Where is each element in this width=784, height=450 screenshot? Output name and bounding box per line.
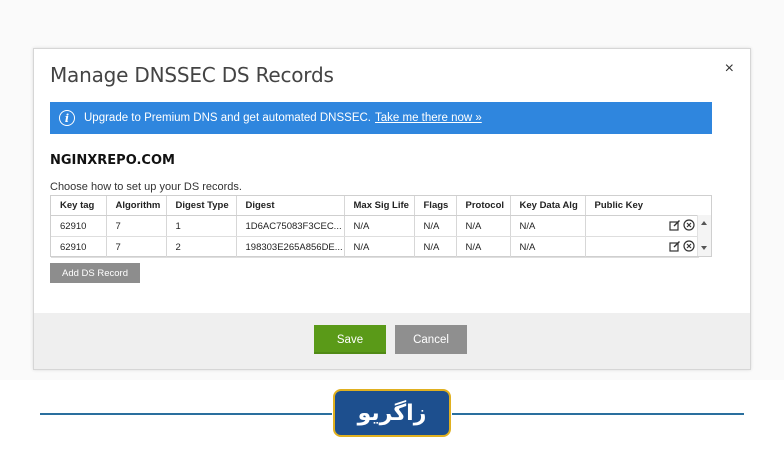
cell-actions	[585, 236, 699, 258]
cell-key-tag: 62910	[51, 215, 107, 237]
ds-records-table: Key tag Algorithm Digest Type Digest Max…	[50, 195, 712, 258]
premium-dns-banner: i Upgrade to Premium DNS and get automat…	[50, 102, 712, 134]
cell-algorithm: 7	[106, 236, 167, 258]
table-scrollbar[interactable]	[697, 215, 711, 256]
brand-logo: زاگریو	[333, 389, 451, 437]
cell-protocol: N/A	[456, 236, 511, 258]
cell-flags: N/A	[414, 215, 457, 237]
header-digest: Digest	[236, 196, 345, 216]
cell-digest-type: 1	[166, 215, 237, 237]
cancel-button[interactable]: Cancel	[395, 325, 467, 354]
header-flags: Flags	[414, 196, 457, 216]
divider-line-left	[40, 413, 332, 415]
header-max-sig-life: Max Sig Life	[344, 196, 415, 216]
add-ds-record-button[interactable]: Add DS Record	[50, 263, 140, 283]
header-key-data-alg: Key Data Alg	[510, 196, 586, 216]
header-key-tag: Key tag	[51, 196, 107, 216]
cell-digest-type: 2	[166, 236, 237, 258]
header-public-key: Public Key	[585, 196, 699, 216]
instructions-text: Choose how to set up your DS records.	[50, 181, 242, 193]
header-digest-type: Digest Type	[166, 196, 237, 216]
cell-digest: 1D6AC75083F3CEC...	[236, 215, 345, 237]
cell-algorithm: 7	[106, 215, 167, 237]
cell-digest: 198303E265A856DE...	[236, 236, 345, 258]
cell-key-data-alg: N/A	[510, 236, 586, 258]
cell-protocol: N/A	[456, 215, 511, 237]
modal-title: Manage DNSSEC DS Records	[50, 63, 334, 87]
logo-text: زاگریو	[357, 400, 427, 426]
cell-key-data-alg: N/A	[510, 215, 586, 237]
dnssec-modal: Manage DNSSEC DS Records × i Upgrade to …	[33, 48, 751, 370]
cell-flags: N/A	[414, 236, 457, 258]
close-icon: ×	[724, 60, 734, 77]
cell-max-sig-life: N/A	[344, 236, 415, 258]
info-icon: i	[59, 110, 75, 126]
table-row: 62910 7 1 1D6AC75083F3CEC... N/A N/A N/A…	[51, 215, 699, 237]
banner-text: Upgrade to Premium DNS and get automated…	[84, 112, 371, 124]
scroll-up-icon[interactable]	[701, 221, 707, 225]
cell-actions	[585, 215, 699, 237]
delete-icon[interactable]	[683, 239, 695, 255]
modal-footer: Save Cancel	[34, 313, 750, 369]
table-header-row: Key tag Algorithm Digest Type Digest Max…	[51, 196, 699, 216]
cell-key-tag: 62910	[51, 236, 107, 258]
take-me-there-link[interactable]: Take me there now »	[375, 112, 482, 124]
scroll-down-icon[interactable]	[701, 246, 707, 250]
delete-icon[interactable]	[683, 218, 695, 234]
table-row: 62910 7 2 198303E265A856DE... N/A N/A N/…	[51, 236, 699, 258]
header-algorithm: Algorithm	[106, 196, 167, 216]
edit-icon[interactable]	[669, 240, 681, 255]
divider-line-right	[452, 413, 744, 415]
cell-max-sig-life: N/A	[344, 215, 415, 237]
edit-icon[interactable]	[669, 219, 681, 234]
save-button[interactable]: Save	[314, 325, 386, 354]
header-protocol: Protocol	[456, 196, 511, 216]
domain-name: NGINXREPO.COM	[50, 153, 175, 168]
close-button[interactable]: ×	[725, 61, 734, 77]
